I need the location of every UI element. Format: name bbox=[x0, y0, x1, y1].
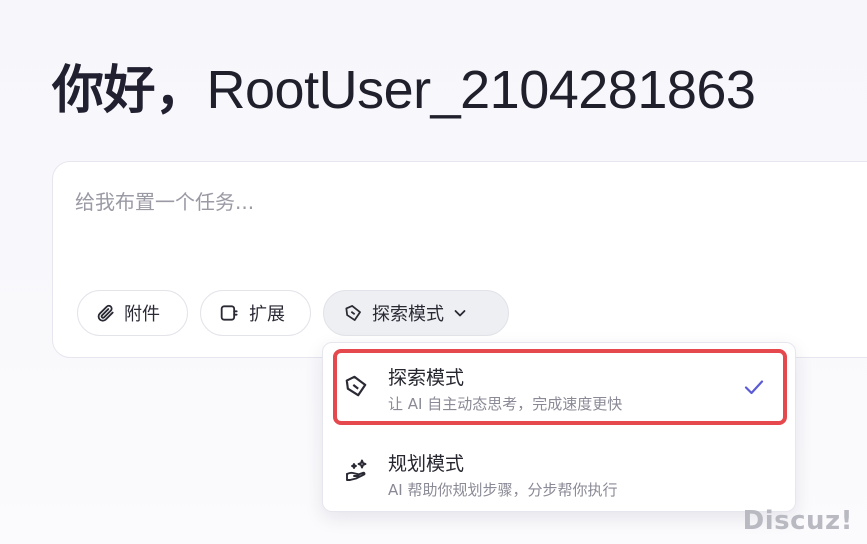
greeting-prefix: 你好， bbox=[52, 61, 207, 121]
sparkle-hand-icon bbox=[343, 457, 371, 489]
task-composer: 附件 扩展 探索模式 bbox=[52, 161, 867, 358]
option-title: 探索模式 bbox=[388, 367, 465, 389]
chevron-down-icon bbox=[452, 305, 468, 321]
task-input[interactable] bbox=[75, 190, 835, 214]
check-icon bbox=[743, 377, 765, 401]
mode-option-explore[interactable]: 探索模式 让 AI 自主动态思考，完成速度更快 bbox=[333, 349, 787, 425]
mode-option-plan[interactable]: 规划模式 AI 帮助你规划步骤，分步帮你执行 bbox=[333, 435, 787, 511]
greeting-username: RootUser_2104281863 bbox=[206, 60, 756, 120]
option-description: 让 AI 自主动态思考，完成速度更快 bbox=[388, 395, 623, 413]
explore-tag-icon bbox=[342, 303, 364, 323]
option-description: AI 帮助你规划步骤，分步帮你执行 bbox=[388, 481, 618, 499]
extend-label: 扩展 bbox=[249, 304, 285, 325]
mode-dropdown-menu: 探索模式 让 AI 自主动态思考，完成速度更快 规划模式 AI 帮助你规划步骤，… bbox=[322, 342, 796, 512]
extend-button[interactable]: 扩展 bbox=[200, 290, 311, 336]
plugin-icon bbox=[219, 303, 241, 323]
paperclip-icon bbox=[96, 303, 116, 323]
attach-button[interactable]: 附件 bbox=[77, 290, 188, 336]
watermark-logo: Discuz! bbox=[742, 506, 853, 536]
mode-label: 探索模式 bbox=[372, 304, 444, 325]
option-title: 规划模式 bbox=[388, 453, 465, 475]
mode-select-button[interactable]: 探索模式 bbox=[323, 290, 509, 336]
greeting-heading: 你好，RootUser_2104281863 bbox=[52, 48, 756, 123]
attach-label: 附件 bbox=[124, 304, 160, 325]
explore-tag-icon bbox=[343, 373, 369, 403]
